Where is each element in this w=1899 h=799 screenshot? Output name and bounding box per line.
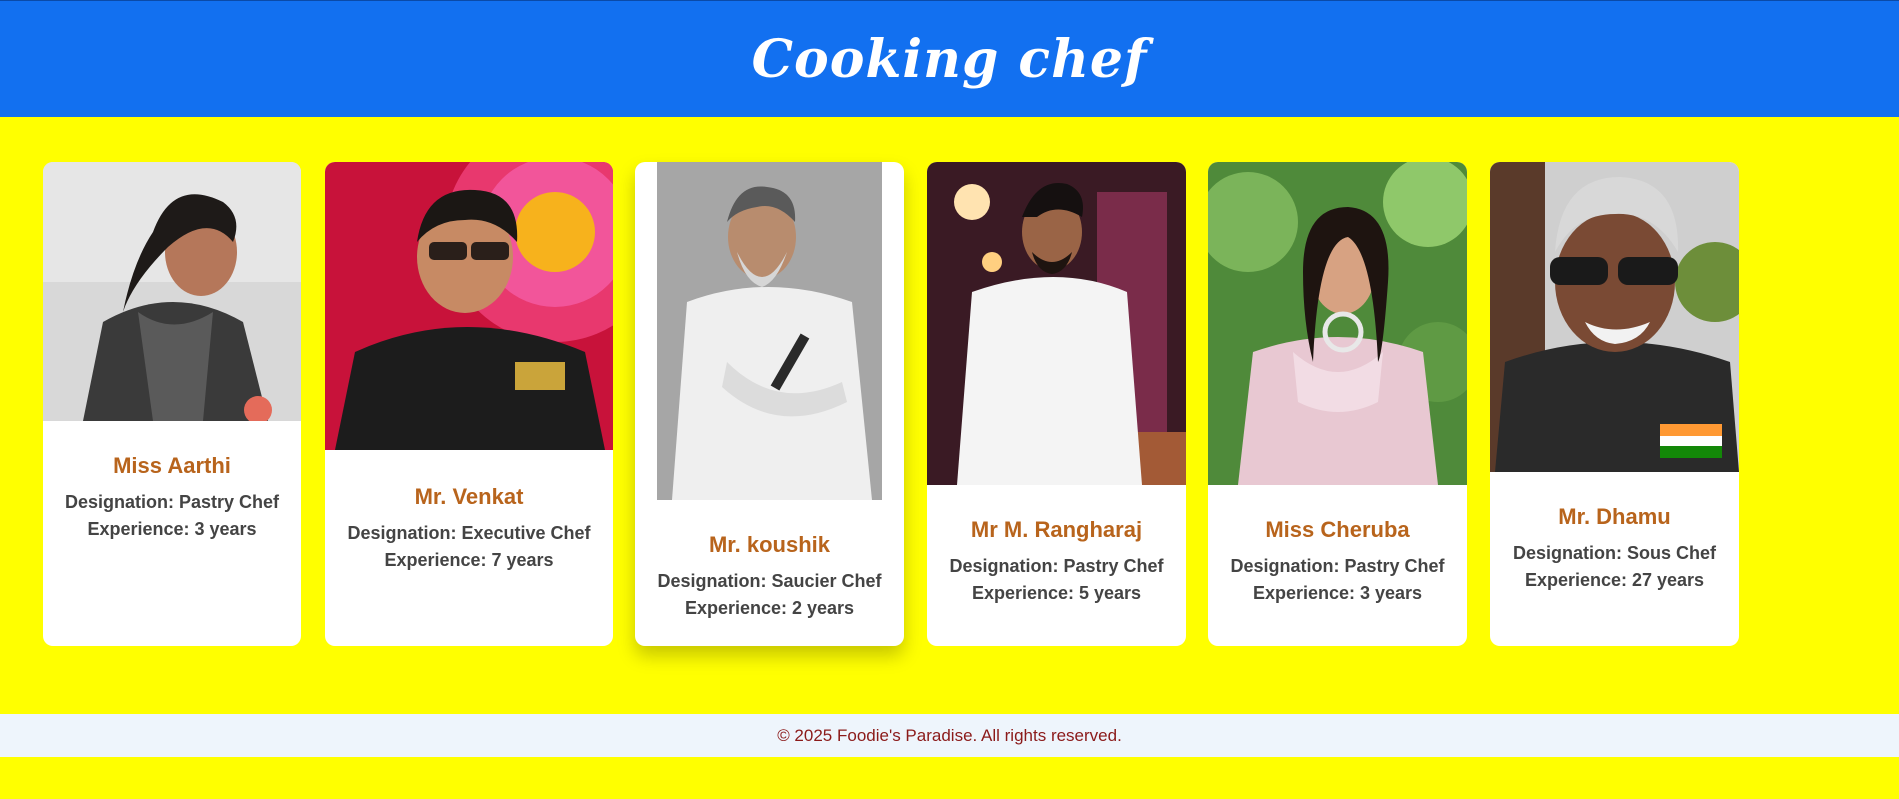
chef-experience: Experience: 7 years: [384, 550, 554, 570]
chef-name: Miss Cheruba: [1265, 517, 1410, 542]
chef-photo: [43, 162, 301, 421]
chef-experience: Experience: 5 years: [971, 583, 1142, 603]
chef-card: Miss Aarthi Designation: Pastry Chef Exp…: [43, 162, 301, 646]
chef-name: Mr. Dhamu: [1558, 504, 1671, 529]
chef-photo: [657, 162, 882, 500]
chef-card: Mr. koushik Designation: Saucier Chef Ex…: [635, 162, 904, 646]
chef-experience: Experience: 2 years: [684, 598, 855, 618]
chef-name: Mr. koushik: [708, 532, 831, 557]
chef-designation: Designation: Executive Chef: [347, 523, 591, 543]
footer-copyright: © 2025 Foodie's Paradise. All rights res…: [777, 725, 1122, 745]
chef-designation: Designation: Saucier Chef: [657, 571, 882, 591]
chef-designation: Designation: Sous Chef: [1512, 543, 1716, 563]
chef-photo: [1490, 162, 1739, 472]
chef-experience: Experience: 27 years: [1524, 570, 1705, 590]
chef-name: Mr. Venkat: [414, 484, 524, 509]
chef-designation: Designation: Pastry Chef: [949, 556, 1164, 576]
chef-photo: [927, 162, 1186, 485]
chef-experience: Experience: 3 years: [1252, 583, 1423, 603]
chef-photo: [325, 162, 613, 450]
page-title: Cooking chef: [751, 28, 1148, 90]
chef-photo: [1208, 162, 1467, 485]
site-footer: © 2025 Foodie's Paradise. All rights res…: [0, 714, 1899, 757]
chef-designation: Designation: Pastry Chef: [1230, 556, 1445, 576]
chef-experience: Experience: 3 years: [87, 519, 257, 539]
chef-name: Mr M. Rangharaj: [970, 517, 1143, 542]
site-header: Cooking chef: [0, 0, 1899, 117]
chef-card: Mr M. Rangharaj Designation: Pastry Chef…: [927, 162, 1186, 646]
chef-card: Mr. Dhamu Designation: Sous Chef Experie…: [1490, 162, 1739, 646]
chef-designation: Designation: Pastry Chef: [64, 492, 280, 512]
chef-card: Miss Cheruba Designation: Pastry Chef Ex…: [1208, 162, 1467, 646]
chef-name: Miss Aarthi: [113, 453, 231, 478]
chef-card: Mr. Venkat Designation: Executive Chef E…: [325, 162, 613, 646]
